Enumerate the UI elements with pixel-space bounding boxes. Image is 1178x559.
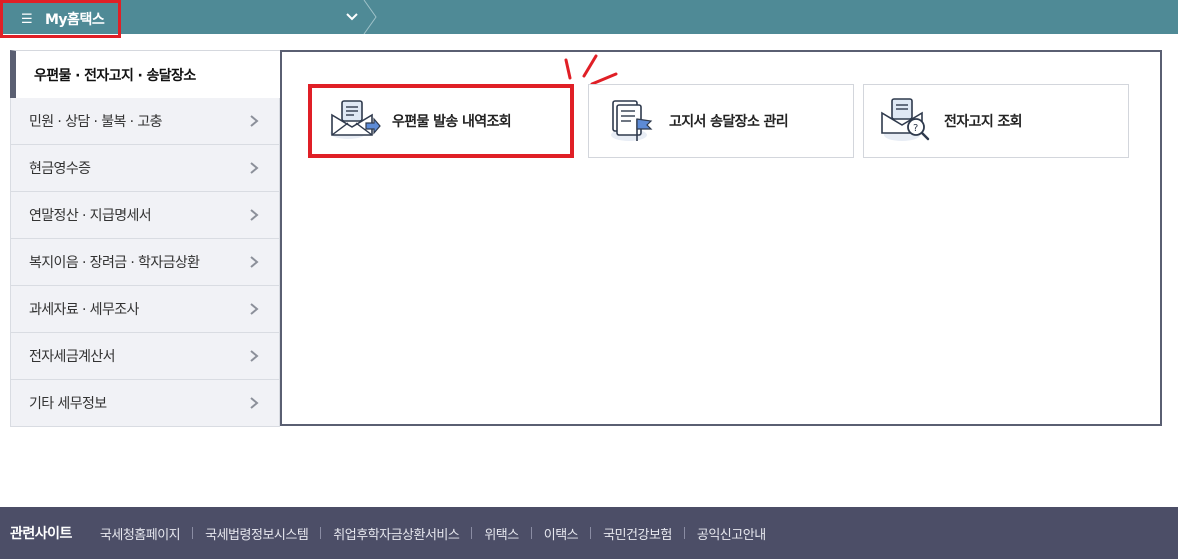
tile-label: 고지서 송달장소 관리 <box>669 114 789 130</box>
chevron-right-icon <box>250 350 259 362</box>
sidebar-item-active[interactable]: 우편물 · 전자고지 · 송달장소 <box>10 50 280 98</box>
sidebar-item[interactable]: 전자세금계산서 <box>10 333 280 380</box>
sidebar-menu: 우편물 · 전자고지 · 송달장소 민원 · 상담 · 불복 · 고충 현금영수… <box>10 50 280 427</box>
divider <box>530 527 532 539</box>
divider <box>320 527 322 539</box>
footer-link[interactable]: 이택스 <box>544 524 579 543</box>
sidebar-item[interactable]: 복지이음 · 장려금 · 학자금상환 <box>10 239 280 286</box>
chevron-down-icon[interactable] <box>344 9 360 25</box>
chevron-right-icon <box>250 209 259 221</box>
divider <box>471 527 473 539</box>
tile-notice-address[interactable]: 고지서 송달장소 관리 <box>588 84 854 158</box>
my-hometax-button[interactable]: ☰ My홈택스 <box>0 0 121 38</box>
tile-label: 전자고지 조회 <box>944 114 1023 130</box>
tile-e-notice[interactable]: ? 전자고지 조회 <box>863 84 1129 158</box>
mail-send-icon <box>330 100 381 139</box>
sidebar-item[interactable]: 민원 · 상담 · 불복 · 고충 <box>10 98 280 145</box>
sidebar-item-label: 민원 · 상담 · 불복 · 고충 <box>29 114 163 130</box>
footer: 관련사이트 국세청홈페이지 국세법령정보시스템 취업후학자금상환서비스 위택스 … <box>0 507 1178 559</box>
sidebar-item-label: 기타 세무정보 <box>29 396 107 412</box>
content-panel: 우편물 발송 내역조회 고지서 송달장소 관리 ? 전자고지 조회 <box>280 50 1162 426</box>
footer-link[interactable]: 취업후학자금상환서비스 <box>333 524 460 543</box>
svg-text:?: ? <box>913 123 918 134</box>
footer-link[interactable]: 국세법령정보시스템 <box>205 524 309 543</box>
chevron-right-icon <box>250 397 259 409</box>
footer-link[interactable]: 국민건강보험 <box>603 524 672 543</box>
sidebar-item-label: 현금영수증 <box>29 161 91 177</box>
sidebar-item-label: 연말정산 · 지급명세서 <box>29 208 152 224</box>
hamburger-icon: ☰ <box>21 11 33 27</box>
my-hometax-label: My홈택스 <box>45 12 105 28</box>
document-flag-icon <box>611 100 653 141</box>
footer-link[interactable]: 공익신고안내 <box>697 524 766 543</box>
sidebar-item-label: 복지이음 · 장려금 · 학자금상환 <box>29 255 200 271</box>
related-sites: 국세청홈페이지 국세법령정보시스템 취업후학자금상환서비스 위택스 이택스 국민… <box>100 524 766 543</box>
sidebar-item[interactable]: 현금영수증 <box>10 145 280 192</box>
divider <box>590 527 592 539</box>
mail-search-icon: ? <box>881 98 930 141</box>
footer-link[interactable]: 위택스 <box>484 524 519 543</box>
sidebar-item[interactable]: 기타 세무정보 <box>10 380 280 427</box>
footer-link[interactable]: 국세청홈페이지 <box>100 524 181 543</box>
tile-label: 우편물 발송 내역조회 <box>392 114 512 130</box>
sidebar-item-label: 과세자료 · 세무조사 <box>29 302 139 318</box>
sidebar-item[interactable]: 연말정산 · 지급명세서 <box>10 192 280 239</box>
chevron-right-icon <box>250 162 259 174</box>
divider <box>192 527 194 539</box>
footer-title: 관련사이트 <box>10 526 72 542</box>
divider <box>683 527 685 539</box>
sidebar-item[interactable]: 과세자료 · 세무조사 <box>10 286 280 333</box>
tile-mail-history[interactable]: 우편물 발송 내역조회 <box>308 84 574 158</box>
top-bar: ☰ My홈택스 <box>0 0 1178 38</box>
chevron-right-icon <box>250 303 259 315</box>
breadcrumb-separator <box>363 0 377 34</box>
page: ☰ My홈택스 우편물 · 전자고지 · 송달장소 민원 · 상담 · 불복 ·… <box>0 0 1178 559</box>
sidebar-item-label: 전자세금계산서 <box>29 349 116 365</box>
chevron-right-icon <box>250 115 259 127</box>
chevron-right-icon <box>250 256 259 268</box>
